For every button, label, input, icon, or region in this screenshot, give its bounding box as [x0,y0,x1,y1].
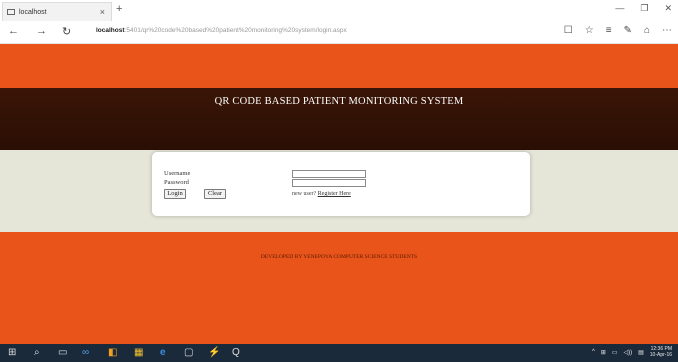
address-host: localhost [96,27,125,34]
new-user-text: new user? [292,191,317,197]
volume-icon[interactable]: ◁)) [623,349,632,356]
web-note-icon[interactable]: ✎ [624,25,632,36]
maximize-icon[interactable]: ❐ [640,3,648,14]
minimize-icon[interactable]: — [615,3,624,14]
battery-icon[interactable]: ▭ [612,349,618,356]
share-icon[interactable]: ⌂ [644,25,650,36]
top-banner [0,44,678,88]
new-tab-icon[interactable]: + [116,3,122,15]
windows-taskbar: ⊞ ⌕ ▭ ∞ ◧ ▦ e ▢ ⚡ Q ^ ⊞ ▭ ◁)) ▤ 12:36 PM… [0,344,678,362]
window-controls: — ❐ ✕ [615,3,672,14]
search-icon[interactable]: ⌕ [34,347,40,358]
browser-tab-bar: localhost × + — ❐ ✕ [0,0,678,22]
browser-tab[interactable]: localhost × [2,2,112,21]
start-icon[interactable]: ⊞ [8,347,16,358]
taskbar-clock[interactable]: 12:36 PM 10-Apr-16 [650,346,672,358]
store-icon[interactable]: ▢ [184,347,193,358]
app-bolt-icon[interactable]: ⚡ [208,347,220,358]
file-explorer-icon[interactable]: ▦ [134,347,143,358]
clear-button[interactable]: Clear [204,189,226,199]
reading-view-icon[interactable]: ☐ [564,25,573,36]
footer-text: DEVELOPED BY YENEPOYA COMPUTER SCIENCE S… [260,254,418,260]
more-icon[interactable]: ⋯ [662,25,672,36]
address-bar[interactable]: localhost:5401/qr%20code%20based%20patie… [96,27,536,39]
browser-toolbar-icons: ☐ ☆ ≡ ✎ ⌂ ⋯ [564,25,672,36]
edge-browser-icon[interactable]: e [160,347,166,358]
page-icon [7,9,15,15]
page-title: QR CODE BASED PATIENT MONITORING SYSTEM [214,96,464,107]
app-infinity-icon[interactable]: ∞ [82,347,89,358]
close-window-icon[interactable]: ✕ [664,3,672,14]
system-tray: ^ ⊞ ▭ ◁)) ▤ 12:36 PM 10-Apr-16 [592,346,672,358]
notification-icon[interactable]: ▤ [638,349,644,356]
app-sublime-icon[interactable]: ◧ [108,347,117,358]
forward-icon[interactable]: → [36,25,47,37]
footer-banner [0,232,678,344]
page-content: QR CODE BASED PATIENT MONITORING SYSTEM … [0,44,678,344]
login-card: Username Password Login Clear new user? … [152,152,530,216]
back-icon[interactable]: ← [8,25,19,37]
register-prompt: new user? Register Here [292,191,351,197]
tray-app-icon[interactable]: ⊞ [601,349,606,356]
password-input[interactable] [292,179,366,187]
username-label: Username [164,170,191,177]
task-view-icon[interactable]: ▭ [58,347,67,358]
register-link[interactable]: Register Here [318,191,351,197]
refresh-icon[interactable]: ↻ [62,25,71,38]
hub-icon[interactable]: ≡ [606,25,612,36]
tab-title: localhost [19,8,47,16]
show-hidden-icon[interactable]: ^ [592,349,595,355]
favorite-star-icon[interactable]: ☆ [585,25,594,36]
login-button[interactable]: Login [164,189,186,199]
close-tab-icon[interactable]: × [100,7,105,17]
address-path: :5401/qr%20code%20based%20patient%20moni… [124,27,347,34]
app-q-icon[interactable]: Q [232,347,240,358]
header-banner: QR CODE BASED PATIENT MONITORING SYSTEM [0,88,678,154]
username-input[interactable] [292,170,366,178]
clock-date: 10-Apr-16 [649,352,672,358]
browser-nav-bar: ← → ↻ localhost:5401/qr%20code%20based%2… [0,21,678,44]
password-label: Password [164,179,189,186]
